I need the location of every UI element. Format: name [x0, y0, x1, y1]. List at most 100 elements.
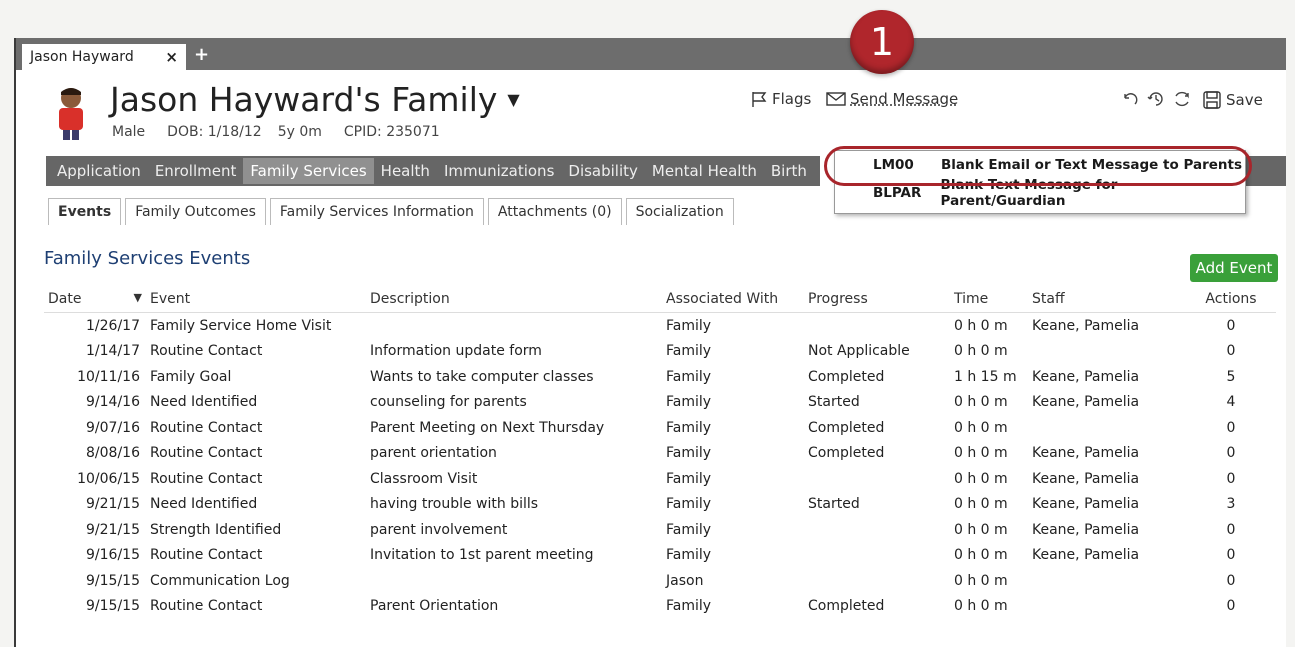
undo-button[interactable]: [1120, 90, 1140, 108]
cell-time: 0 h 0 m: [954, 394, 1008, 411]
col-header-staff[interactable]: Staff: [1028, 286, 1186, 313]
cell-event: Routine Contact: [150, 419, 263, 436]
section-title: Family Services Events: [44, 248, 251, 269]
col-header-progress[interactable]: Progress: [804, 286, 950, 313]
cell-staff: [1028, 594, 1186, 620]
cell-event: Strength Identified: [150, 521, 282, 538]
cell-event: Routine Contact: [150, 445, 263, 462]
cell-description: parent orientation: [370, 445, 497, 462]
table-row[interactable]: 9/15/15 Routine Contact Parent Orientation…: [44, 594, 1276, 620]
col-header-actions[interactable]: Actions: [1186, 286, 1276, 313]
table-row[interactable]: 10/11/16 Family Goal Wants to take compute…: [44, 364, 1276, 390]
tab-attachments[interactable]: Attachments (0): [487, 198, 622, 225]
nav-item-enrollment[interactable]: Enrollment: [148, 158, 244, 184]
cell-time: 0 h 0 m: [954, 445, 1008, 462]
subtab-bar: Events Family Outcomes Family Services I…: [48, 198, 738, 225]
page-title-text: Jason Hayward's Family: [110, 80, 498, 119]
refresh-button[interactable]: [1172, 90, 1192, 108]
nav-item-immunizations[interactable]: Immunizations: [437, 158, 561, 184]
table-row[interactable]: 9/14/16 Need Identified counseling for par…: [44, 390, 1276, 416]
cell-progress: Started: [808, 496, 860, 513]
chevron-down-icon[interactable]: ▼: [507, 90, 519, 109]
table-row[interactable]: 1/14/17 Routine Contact Information update…: [44, 339, 1276, 365]
col-header-date[interactable]: Date ▼: [44, 286, 146, 313]
undo-icon: [1124, 93, 1138, 105]
cell-event: Communication Log: [150, 572, 290, 589]
cell-associated-with: Jason: [666, 572, 704, 589]
cell-actions: 0: [1226, 470, 1236, 487]
cell-time: 0 h 0 m: [954, 521, 1008, 538]
cell-event: Family Goal: [150, 368, 232, 385]
nav-item-mental-health[interactable]: Mental Health: [645, 158, 764, 184]
cell-progress: [804, 517, 950, 543]
tab-family-services-information[interactable]: Family Services Information: [269, 198, 484, 225]
cell-time: 0 h 0 m: [954, 598, 1008, 615]
nav-item-health[interactable]: Health: [374, 158, 437, 184]
table-header-row: Date ▼ Event Description Associated With…: [44, 286, 1276, 313]
nav-item-birth[interactable]: Birth: [764, 158, 814, 184]
col-header-event[interactable]: Event: [146, 286, 366, 313]
cell-description: Invitation to 1st parent meeting: [370, 547, 594, 564]
nav-item-disability[interactable]: Disability: [561, 158, 645, 184]
table-row[interactable]: 1/26/17 Family Service Home Visit Family 0 …: [44, 313, 1276, 339]
cell-event: Routine Contact: [150, 470, 263, 487]
close-icon[interactable]: ×: [165, 48, 178, 66]
cell-associated-with: Family: [666, 496, 712, 513]
cell-staff: [1028, 415, 1186, 441]
cell-progress: Completed: [808, 598, 885, 615]
record-tab[interactable]: Jason Hayward ×: [22, 44, 186, 70]
cell-description: Information update form: [370, 343, 542, 360]
nav-item-family-services[interactable]: Family Services: [243, 158, 374, 184]
cell-date: 9/14/16: [86, 394, 140, 411]
cpid: CPID: 235071: [343, 124, 440, 140]
table-row[interactable]: 9/15/15 Communication Log Jason 0 h 0 m 0: [44, 568, 1276, 594]
cell-date: 8/08/16: [86, 445, 140, 462]
table-body: 1/26/17 Family Service Home Visit Family 0 …: [44, 313, 1276, 620]
cell-progress: [804, 543, 950, 569]
cell-time: 0 h 0 m: [954, 419, 1008, 436]
table-row[interactable]: 9/21/15 Need Identified having trouble wit…: [44, 492, 1276, 518]
cell-date: 10/06/15: [77, 470, 140, 487]
cell-staff: [1028, 568, 1186, 594]
cell-staff: Keane, Pamelia: [1032, 445, 1140, 462]
dob: DOB: 1/18/12: [167, 124, 262, 140]
gender: Male: [112, 124, 146, 140]
menu-item-code: BLPAR: [873, 185, 922, 201]
tab-events[interactable]: Events: [48, 198, 122, 225]
cell-date: 9/16/15: [86, 547, 140, 564]
cell-staff: Keane, Pamelia: [1032, 394, 1140, 411]
cell-actions: 5: [1226, 368, 1236, 385]
cell-event: Routine Contact: [150, 598, 263, 615]
add-event-button[interactable]: Add Event: [1190, 254, 1278, 282]
cell-progress: Completed: [808, 445, 885, 462]
cell-time: 0 h 0 m: [954, 547, 1008, 564]
page-title[interactable]: Jason Hayward's Family ▼: [110, 80, 520, 119]
cell-time: 0 h 0 m: [954, 496, 1008, 513]
history-button[interactable]: [1146, 90, 1166, 108]
table-row[interactable]: 9/07/16 Routine Contact Parent Meeting on …: [44, 415, 1276, 441]
table-row[interactable]: 8/08/16 Routine Contact parent orientation…: [44, 441, 1276, 467]
child-avatar: [59, 88, 83, 140]
cell-staff: Keane, Pamelia: [1032, 317, 1140, 334]
tab-family-outcomes[interactable]: Family Outcomes: [125, 198, 266, 225]
col-header-description[interactable]: Description: [366, 286, 662, 313]
cell-staff: [1028, 339, 1186, 365]
nav-item-application[interactable]: Application: [50, 158, 148, 184]
table-row[interactable]: 9/16/15 Routine Contact Invitation to 1st …: [44, 543, 1276, 569]
cell-event: Need Identified: [150, 394, 258, 411]
add-tab-icon[interactable]: +: [194, 44, 209, 65]
flags-button[interactable]: Flags: [750, 90, 811, 108]
refresh-icon: [1175, 91, 1189, 107]
cell-event: Family Service Home Visit: [150, 317, 332, 334]
tab-socialization[interactable]: Socialization: [625, 198, 734, 225]
send-message-button[interactable]: Send Message: [826, 90, 958, 108]
table-row[interactable]: 9/21/15 Strength Identified parent involve…: [44, 517, 1276, 543]
table-row[interactable]: 10/06/15 Routine Contact Classroom Visit Fa…: [44, 466, 1276, 492]
col-header-time[interactable]: Time: [950, 286, 1028, 313]
save-button[interactable]: Save: [1202, 90, 1263, 110]
col-header-associated-with[interactable]: Associated With: [662, 286, 804, 313]
cell-actions: 0: [1226, 419, 1236, 436]
module-nav: Application Enrollment Family Services H…: [46, 156, 820, 186]
cell-description: [366, 568, 662, 594]
sort-desc-icon[interactable]: ▼: [134, 291, 142, 304]
